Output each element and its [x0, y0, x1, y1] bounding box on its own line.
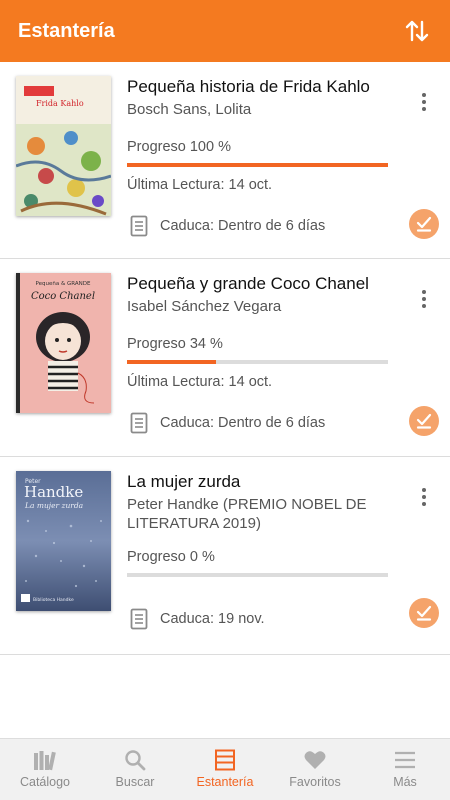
book-title[interactable]: Pequeña historia de Frida Kahlo	[127, 77, 370, 97]
app-bar: Estantería	[0, 0, 450, 62]
expiry-info: Caduca: 19 nov.	[130, 608, 265, 630]
document-icon	[130, 412, 148, 434]
document-icon	[130, 608, 148, 630]
progress-label: Progreso 34 %	[127, 336, 223, 352]
sort-arrows-icon	[405, 20, 429, 42]
progress-bar	[127, 573, 388, 577]
more-options-icon[interactable]	[414, 90, 434, 114]
sort-button[interactable]	[402, 16, 432, 46]
nav-label: Más	[393, 775, 417, 789]
nav-estanteria[interactable]: Estantería	[180, 739, 270, 800]
shelf-icon	[215, 749, 235, 771]
more-options-icon[interactable]	[414, 287, 434, 311]
document-icon	[130, 215, 148, 237]
book-item[interactable]: Frida Kahlo Pequeña historia de Frida Ka…	[0, 62, 450, 259]
cover-title: Frida Kahlo	[36, 99, 84, 108]
progress-bar	[127, 163, 388, 167]
expiry-info: Caduca: Dentro de 6 días	[130, 412, 325, 434]
check-download-icon	[416, 605, 432, 621]
nav-catalogo[interactable]: Catálogo	[0, 739, 90, 800]
expiry-text: Caduca: 19 nov.	[160, 611, 265, 627]
book-title[interactable]: Pequeña y grande Coco Chanel	[127, 274, 369, 294]
expiry-info: Caduca: Dentro de 6 días	[130, 215, 325, 237]
nav-label: Catálogo	[19, 775, 71, 789]
cover-title: Handke	[24, 483, 83, 501]
book-author: Peter Handke (PREMIO NOBEL DE LITERATURA…	[127, 496, 367, 532]
search-icon	[125, 750, 146, 771]
book-author: Isabel Sánchez Vegara	[127, 298, 282, 315]
menu-icon	[395, 751, 415, 769]
page-title: Estantería	[18, 19, 115, 42]
progress-fill	[127, 360, 216, 364]
book-item[interactable]: Peter Handke La mujer zurda Biblioteca H…	[0, 457, 450, 655]
progress-label: Progreso 100 %	[127, 139, 231, 155]
check-download-icon	[416, 216, 432, 232]
expiry-text: Caduca: Dentro de 6 días	[160, 415, 326, 431]
nav-label: Favoritos	[289, 775, 341, 789]
book-item[interactable]: Pequeña & GRANDE Coco Chanel Pequeña y g…	[0, 259, 450, 457]
nav-mas[interactable]: Más	[360, 739, 450, 800]
cover-title: Coco Chanel	[31, 291, 95, 302]
progress-label: Progreso 0 %	[127, 549, 215, 565]
return-button[interactable]	[409, 406, 439, 436]
cover-subtitle: La mujer zurda	[24, 501, 83, 510]
book-cover[interactable]: Peter Handke La mujer zurda Biblioteca H…	[16, 471, 111, 611]
nav-favoritos[interactable]: Favoritos	[270, 739, 360, 800]
book-author: Bosch Sans, Lolita	[127, 101, 252, 118]
coco-chanel-cover-art: Pequeña & GRANDE Coco Chanel	[16, 273, 111, 413]
book-cover[interactable]: Pequeña & GRANDE Coco Chanel	[16, 273, 111, 413]
progress-bar	[127, 360, 388, 364]
more-options-icon[interactable]	[414, 485, 434, 509]
frida-cover-art: Frida Kahlo	[16, 76, 111, 216]
last-read-date: Última Lectura: 14 oct.	[127, 374, 273, 390]
catalog-icon	[34, 751, 56, 771]
return-button[interactable]	[409, 209, 439, 239]
expiry-text: Caduca: Dentro de 6 días	[160, 218, 326, 234]
nav-label: Buscar	[115, 775, 155, 789]
cover-publisher: Biblioteca Handke	[33, 597, 74, 603]
book-list: Frida Kahlo Pequeña historia de Frida Ka…	[0, 62, 450, 655]
cover-series: Pequeña & GRANDE	[36, 281, 91, 287]
handke-cover-art: Peter Handke La mujer zurda Biblioteca H…	[16, 471, 111, 611]
progress-fill	[127, 163, 388, 167]
last-read-date: Última Lectura: 14 oct.	[127, 177, 273, 193]
heart-icon	[304, 751, 326, 769]
bottom-navigation: Catálogo Buscar Estantería Favoritos Más	[0, 738, 450, 800]
book-cover[interactable]: Frida Kahlo	[16, 76, 111, 216]
nav-label: Estantería	[196, 775, 254, 789]
nav-buscar[interactable]: Buscar	[90, 739, 180, 800]
check-download-icon	[416, 413, 432, 429]
return-button[interactable]	[409, 598, 439, 628]
book-title[interactable]: La mujer zurda	[127, 472, 240, 492]
